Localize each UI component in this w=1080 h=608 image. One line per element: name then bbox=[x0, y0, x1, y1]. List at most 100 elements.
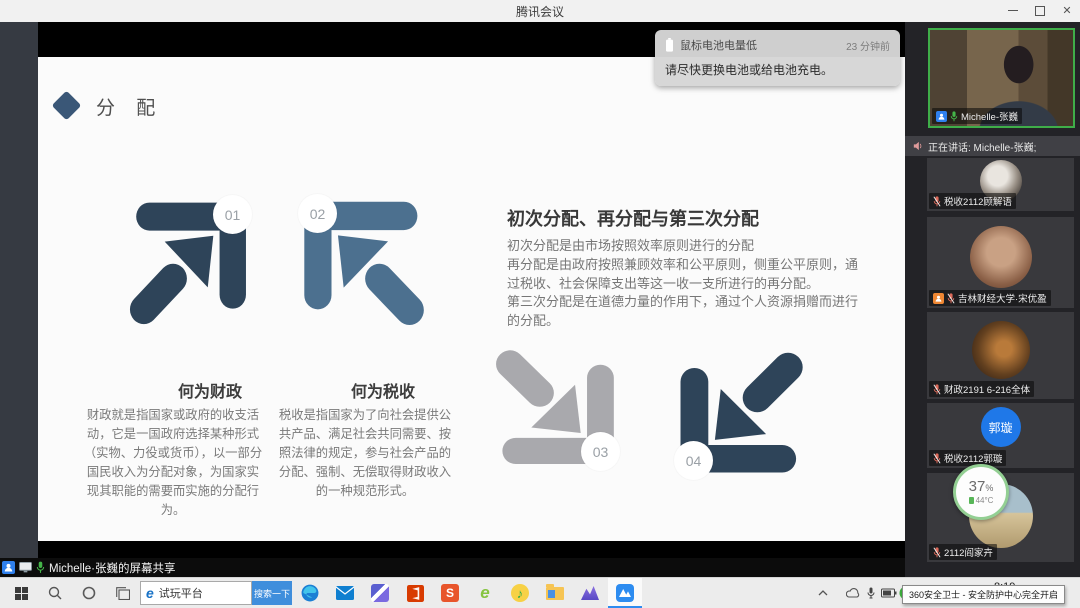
restore-icon bbox=[1035, 6, 1045, 16]
finance-heading: 何为财政 bbox=[178, 378, 242, 402]
microphone-muted-icon bbox=[947, 293, 955, 304]
participant-name: 吉林财经大学·宋优盈 bbox=[958, 291, 1047, 305]
tray-expand-button[interactable] bbox=[814, 578, 832, 608]
taskbar-search-input[interactable]: e 试玩平台 bbox=[140, 581, 252, 605]
search-go-button[interactable]: 搜索一下 bbox=[252, 581, 292, 605]
temperature: 44°C bbox=[976, 496, 994, 505]
browser-e-icon: e bbox=[146, 586, 154, 600]
qq-music-icon: ♪ bbox=[511, 584, 529, 602]
edge-icon bbox=[301, 584, 319, 602]
microphone-muted-icon bbox=[933, 453, 941, 464]
participants-sidebar: Michelle-张巍 正在讲话: Michelle-张巍; 税收2112顾解语 bbox=[905, 22, 1080, 577]
cortana-button[interactable] bbox=[72, 578, 106, 608]
presentation-slide: 分 配 01 bbox=[38, 57, 905, 541]
tray-onedrive[interactable] bbox=[844, 578, 862, 608]
chevron-up-icon bbox=[818, 590, 828, 596]
taskbar-app-s[interactable]: S bbox=[433, 578, 467, 608]
file-explorer-icon bbox=[546, 587, 564, 600]
video-tile-participant[interactable]: 税收2112顾解语 bbox=[927, 158, 1074, 211]
arrow-04-graphic: 04 bbox=[671, 344, 810, 482]
tencent-meeting-window: 腾讯会议 ✕ 分 配 01 bbox=[0, 0, 1080, 608]
taskbar-app-explorer[interactable] bbox=[538, 578, 572, 608]
taskbar-app-qqmusic[interactable]: ♪ bbox=[503, 578, 537, 608]
close-button[interactable]: ✕ bbox=[1054, 0, 1080, 21]
battery-tray-icon bbox=[881, 588, 897, 598]
monitor-icon bbox=[19, 562, 32, 573]
minimize-icon bbox=[1008, 10, 1018, 11]
tray-battery[interactable] bbox=[879, 578, 899, 608]
task-view-button[interactable] bbox=[106, 578, 140, 608]
window-title: 腾讯会议 bbox=[0, 3, 1080, 20]
participant-name: 财政2191 6-216全体 bbox=[944, 382, 1030, 396]
avatar bbox=[970, 226, 1032, 288]
distribution-line: 第三次分配是在道德力量的作用下，通过个人资源捐赠而进行 bbox=[507, 293, 858, 312]
taskbar-app-edge[interactable] bbox=[293, 578, 327, 608]
arrow-04-number: 04 bbox=[674, 441, 713, 480]
participant-name: 税收2112顾解语 bbox=[944, 194, 1012, 208]
minimize-button[interactable] bbox=[1000, 0, 1026, 21]
toast-body: 请尽快更换电池或给电池充电。 bbox=[665, 61, 833, 78]
participant-name: 税收2112郭璇 bbox=[944, 451, 1002, 465]
microphone-on-icon bbox=[950, 111, 958, 122]
ie-green-icon: e bbox=[480, 583, 489, 603]
screen-share-region: 分 配 01 bbox=[0, 22, 905, 558]
microphone-muted-icon bbox=[933, 384, 941, 395]
taskbar-app-ie[interactable]: e bbox=[468, 578, 502, 608]
performance-ball[interactable]: 37% 44°C bbox=[953, 464, 1009, 520]
host-icon bbox=[936, 111, 947, 122]
close-icon: ✕ bbox=[1062, 4, 1071, 17]
taskbar-search-button[interactable] bbox=[38, 578, 72, 608]
distribution-line: 的分配。 bbox=[507, 312, 858, 331]
start-button[interactable] bbox=[4, 578, 38, 608]
speaker-icon bbox=[913, 141, 923, 151]
participant-name: 2112阎家卉 bbox=[944, 545, 993, 559]
battery-icon bbox=[665, 38, 674, 52]
taskbar-app-mail[interactable] bbox=[328, 578, 362, 608]
share-bar-label: Michelle·张巍的屏幕共享 bbox=[49, 560, 176, 576]
office-icon bbox=[407, 585, 424, 602]
presenter-icon bbox=[2, 561, 15, 574]
finance-body: 财政就是指国家或政府的收支活动，它是一国政府选择某种形式（实物、力役或货币），以… bbox=[83, 406, 263, 520]
360-tooltip: 360安全卫士 - 安全防护中心完全开启 bbox=[902, 585, 1065, 604]
arrow-03-number: 03 bbox=[581, 432, 620, 471]
video-tile-participant[interactable]: 财政2191 6-216全体 bbox=[927, 312, 1074, 399]
diamond-icon bbox=[56, 95, 77, 116]
battery-notification-toast[interactable]: 鼠标电池电量低 23 分钟前 请尽快更换电池或给电池充电。 bbox=[655, 30, 900, 86]
tax-body: 税收是指国家为了向社会提供公共产品、满足社会共同需要、按照法律的规定，参与社会产… bbox=[275, 406, 455, 501]
distribution-line: 再分配是由政府按照兼顾效率和公平原则，侧重公平原则，通 bbox=[507, 256, 858, 275]
restore-button[interactable] bbox=[1027, 0, 1053, 21]
window-titlebar: 腾讯会议 ✕ bbox=[0, 0, 1080, 23]
taskbar-app-tencent-meeting[interactable] bbox=[608, 578, 642, 608]
presenter-left-strip bbox=[0, 22, 38, 558]
search-input-text: 试玩平台 bbox=[159, 585, 203, 601]
mountain-app-icon bbox=[581, 586, 599, 600]
video-tile-participant[interactable]: 吉林财经大学·宋优盈 bbox=[927, 217, 1074, 308]
arrow-03-graphic: 03 bbox=[489, 342, 623, 473]
memory-percent: 37 bbox=[969, 478, 986, 495]
tray-microphone[interactable] bbox=[864, 578, 878, 608]
hand-raised-icon bbox=[933, 293, 944, 304]
avatar bbox=[972, 321, 1030, 379]
taskbar-app-purple[interactable] bbox=[363, 578, 397, 608]
arrow-01-number: 01 bbox=[213, 195, 252, 234]
participant-name: Michelle-张巍 bbox=[961, 109, 1018, 123]
cloud-icon bbox=[846, 588, 860, 598]
taskbar-app-office[interactable] bbox=[398, 578, 432, 608]
video-tile-participant[interactable]: 郭璇 税收2112郭璇 bbox=[927, 403, 1074, 468]
mail-icon bbox=[336, 586, 354, 600]
battery-mini-icon bbox=[969, 497, 974, 504]
microphone-muted-icon bbox=[933, 547, 941, 558]
cortana-icon bbox=[82, 586, 96, 600]
arrow-02-number: 02 bbox=[298, 194, 337, 233]
arrow-01-graphic: 01 bbox=[123, 193, 255, 333]
distribution-body: 初次分配是由市场按照效率原则进行的分配 再分配是由政府按照兼顾效率和公平原则，侧… bbox=[507, 237, 858, 331]
speaking-banner-label: 正在讲话: Michelle-张巍; bbox=[928, 139, 1036, 154]
360-tooltip-text: 360安全卫士 - 安全防护中心完全开启 bbox=[909, 588, 1058, 601]
toast-time: 23 分钟前 bbox=[846, 38, 890, 53]
percent-sign: % bbox=[985, 483, 993, 493]
s-app-icon: S bbox=[441, 584, 459, 602]
video-tile-michelle[interactable]: Michelle-张巍 bbox=[928, 28, 1075, 128]
windows-logo-icon bbox=[15, 587, 28, 600]
taskbar-app-mountain[interactable] bbox=[573, 578, 607, 608]
search-icon bbox=[48, 586, 62, 600]
